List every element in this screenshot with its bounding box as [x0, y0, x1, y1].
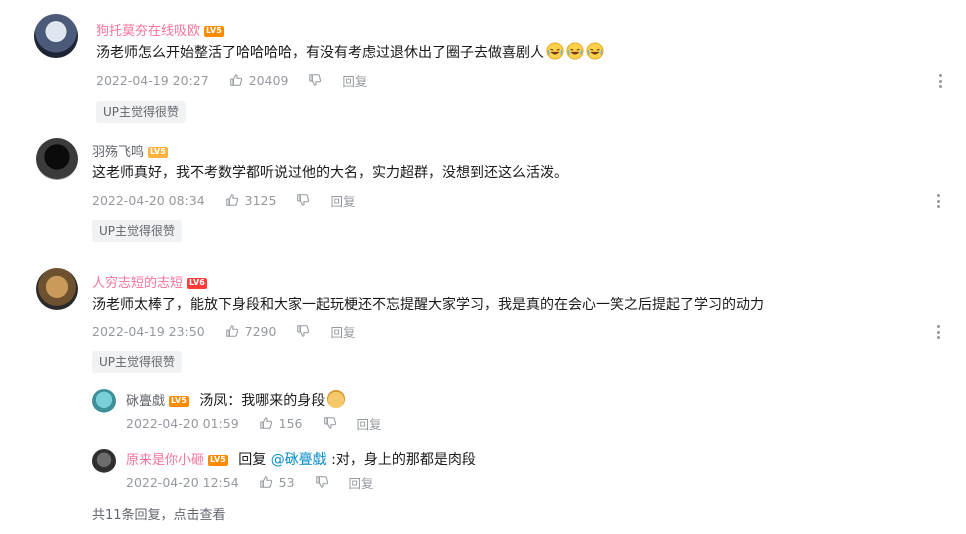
reply-date: 2022-04-20 01:59: [126, 415, 239, 431]
level-badge: LV5: [208, 454, 228, 466]
username[interactable]: 羽殇飞鸣 LV5: [92, 141, 168, 160]
username[interactable]: 人穷志短的志短 LV6: [92, 272, 207, 291]
doge-emoji: [327, 390, 346, 408]
comment-body: 这老师真好，我不考数学都听说过他的大名，实力超群，没想到还这么活泼。: [92, 165, 568, 181]
username[interactable]: 砯亹戱: [126, 394, 165, 409]
dislike-icon[interactable]: [296, 324, 310, 338]
reply-body: :对，身上的那都是肉段: [331, 452, 476, 468]
reply-button[interactable]: 回复: [349, 473, 374, 492]
laugh-cry-emoji: [566, 42, 584, 60]
username-text[interactable]: 狗托莫夯在线吸欧: [96, 24, 200, 39]
comment-text: 这老师真好，我不考数学都听说过他的大名，实力超群，没想到还这么活泼。: [92, 163, 568, 183]
dislike-icon[interactable]: [308, 73, 322, 87]
comment-text: 汤老师太棒了，能放下身段和大家一起玩梗还不忘提醒大家学习，我是真的在会心一笑之后…: [92, 295, 764, 315]
more-icon[interactable]: [935, 325, 941, 339]
username[interactable]: 狗托莫夯在线吸欧 LV5: [96, 20, 224, 39]
reply-prefix: 回复: [238, 452, 267, 468]
username[interactable]: 原来是你小砸: [126, 453, 204, 468]
comment-meta: 2022-04-19 23:50 7290 回复: [92, 321, 355, 341]
laugh-cry-emoji: [546, 42, 564, 60]
avatar[interactable]: [92, 389, 116, 413]
comment-body: 汤老师太棒了，能放下身段和大家一起玩梗还不忘提醒大家学习，我是真的在会心一笑之后…: [92, 297, 764, 313]
reply-button[interactable]: 回复: [357, 414, 382, 433]
comment-date: 2022-04-19 23:50: [92, 323, 205, 339]
comment-body: 汤老师怎么开始整活了哈哈哈哈，有没有考虑过退休出了圈子去做喜剧人: [96, 45, 544, 61]
comment-meta: 2022-04-19 20:27 20409 回复: [96, 70, 367, 90]
like-icon[interactable]: [225, 193, 239, 207]
more-icon[interactable]: [935, 194, 941, 208]
like-count: 3125: [244, 192, 277, 208]
more-icon[interactable]: [937, 74, 943, 88]
reply-line: 原来是你小砸 LV5 回复 @砯亹戱 :对，身上的那都是肉段: [126, 450, 476, 471]
avatar[interactable]: [92, 449, 116, 473]
replies-count-text: 共11条回复，: [92, 508, 174, 523]
avatar[interactable]: [36, 138, 78, 180]
up-liked-badge: UP主觉得很赞: [92, 351, 183, 373]
reply-body: 汤凤：我哪来的身段: [199, 393, 326, 409]
like-icon[interactable]: [225, 324, 239, 338]
dislike-icon[interactable]: [296, 193, 310, 207]
like-icon[interactable]: [259, 416, 273, 430]
comment-date: 2022-04-20 08:34: [92, 192, 205, 208]
view-replies-link[interactable]: 点击查看: [174, 508, 226, 523]
username-text[interactable]: 羽殇飞鸣: [92, 145, 144, 160]
avatar[interactable]: [36, 268, 78, 310]
like-count: 53: [278, 474, 295, 490]
reply-date: 2022-04-20 12:54: [126, 474, 239, 490]
reply-button[interactable]: 回复: [330, 191, 355, 210]
like-icon[interactable]: [259, 475, 273, 489]
reply-button[interactable]: 回复: [330, 322, 355, 341]
level-badge: LV6: [187, 278, 207, 289]
reply-line: 砯亹戱 LV5 汤凤：我哪来的身段: [126, 390, 346, 412]
mention-link[interactable]: @砯亹戱: [271, 452, 327, 468]
view-replies: 共11条回复，点击查看: [92, 504, 226, 523]
reply-meta: 2022-04-20 12:54 53 回复: [126, 472, 374, 492]
up-liked-badge: UP主觉得很赞: [92, 220, 183, 242]
like-icon[interactable]: [229, 73, 243, 87]
like-count: 20409: [248, 72, 289, 88]
comment-meta: 2022-04-20 08:34 3125 回复: [92, 190, 355, 210]
like-count: 7290: [244, 323, 277, 339]
laugh-cry-emoji: [586, 42, 604, 60]
dislike-icon[interactable]: [323, 416, 337, 430]
comment-date: 2022-04-19 20:27: [96, 72, 209, 88]
comment-text: 汤老师怎么开始整活了哈哈哈哈，有没有考虑过退休出了圈子去做喜剧人: [96, 42, 604, 63]
reply-meta: 2022-04-20 01:59 156 回复: [126, 413, 382, 433]
avatar[interactable]: [34, 14, 78, 58]
level-badge: LV5: [204, 26, 224, 37]
username-text[interactable]: 人穷志短的志短: [92, 276, 183, 291]
level-badge: LV5: [148, 147, 168, 158]
reply-button[interactable]: 回复: [342, 71, 367, 90]
up-liked-badge: UP主觉得很赞: [96, 101, 187, 123]
like-count: 156: [278, 415, 303, 431]
dislike-icon[interactable]: [315, 475, 329, 489]
level-badge: LV5: [169, 395, 189, 407]
